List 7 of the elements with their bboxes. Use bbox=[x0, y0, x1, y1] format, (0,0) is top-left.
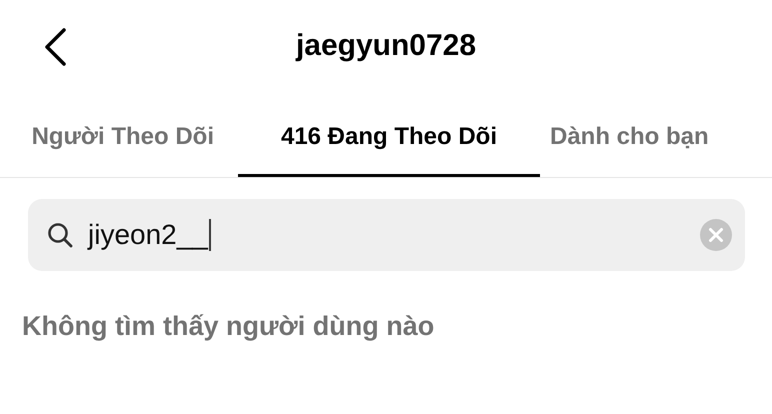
tab[interactable]: Dành cho bạn bbox=[540, 100, 772, 177]
search-icon bbox=[46, 221, 74, 249]
username-title: jaegyun0728 bbox=[296, 29, 476, 63]
empty-message: Không tìm thấy người dùng nào bbox=[22, 311, 436, 342]
search-field[interactable]: jiyeon2__ bbox=[28, 199, 745, 271]
tab[interactable]: 416 Đang Theo Dõi bbox=[238, 100, 540, 177]
tab[interactable]: Người Theo Dõi bbox=[0, 100, 238, 177]
